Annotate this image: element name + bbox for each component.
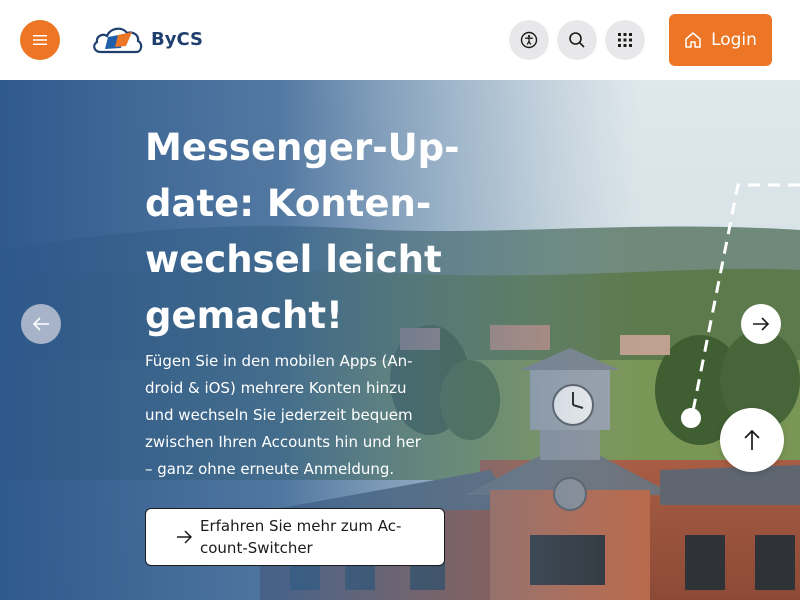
search-button[interactable]	[557, 20, 597, 60]
arrow-right-icon	[753, 317, 770, 331]
learn-more-label: Erfahren Sie mehr zum Ac- count-Switcher	[200, 515, 401, 559]
learn-more-button[interactable]: Erfahren Sie mehr zum Ac- count-Switcher	[145, 508, 445, 566]
arrow-up-icon	[744, 429, 760, 450]
description-line: – ganz ohne erneute Anmeldung.	[145, 460, 395, 478]
arrow-right-icon	[177, 530, 192, 544]
bycs-logo[interactable]: ByCS	[91, 21, 203, 57]
cta-line: Erfahren Sie mehr zum Ac-	[200, 517, 402, 535]
accessibility-button[interactable]	[509, 20, 549, 60]
apps-grid-icon	[618, 33, 632, 47]
description-line: zwischen Ihren Accounts hin und her	[145, 433, 421, 451]
slider-prev-button[interactable]	[21, 304, 61, 344]
hero-headline: Messenger-Up- date: Konten- wechsel leic…	[145, 120, 465, 344]
arrow-left-icon	[32, 317, 49, 331]
menu-icon	[33, 35, 47, 45]
description-line: droid & iOS) mehrere Konten hinzu	[145, 379, 407, 397]
cloud-logo-icon	[93, 27, 143, 54]
home-icon	[685, 32, 701, 48]
headline-line: date: Konten-	[145, 182, 432, 225]
description-line: Fügen Sie in den mobilen Apps (An-	[145, 352, 413, 370]
logo-text: ByCS	[151, 28, 203, 50]
hero-banner: Messenger-Up- date: Konten- wechsel leic…	[0, 80, 800, 600]
scroll-to-top-button[interactable]	[720, 408, 784, 472]
login-button[interactable]: Login	[669, 14, 772, 66]
headline-line: gemacht!	[145, 294, 343, 337]
menu-button[interactable]	[20, 20, 60, 60]
hero-description: Fügen Sie in den mobilen Apps (An- droid…	[145, 348, 465, 483]
site-header: ByCS Login	[0, 0, 800, 80]
headline-line: wechsel leicht	[145, 238, 442, 281]
description-line: und wechseln Sie jederzeit bequem	[145, 406, 413, 424]
login-label: Login	[711, 30, 757, 50]
slider-next-button[interactable]	[741, 304, 781, 344]
accessibility-icon	[520, 31, 538, 49]
headline-line: Messenger-Up-	[145, 126, 460, 169]
cta-line: count-Switcher	[200, 539, 313, 557]
search-icon	[569, 32, 585, 48]
apps-button[interactable]	[605, 20, 645, 60]
